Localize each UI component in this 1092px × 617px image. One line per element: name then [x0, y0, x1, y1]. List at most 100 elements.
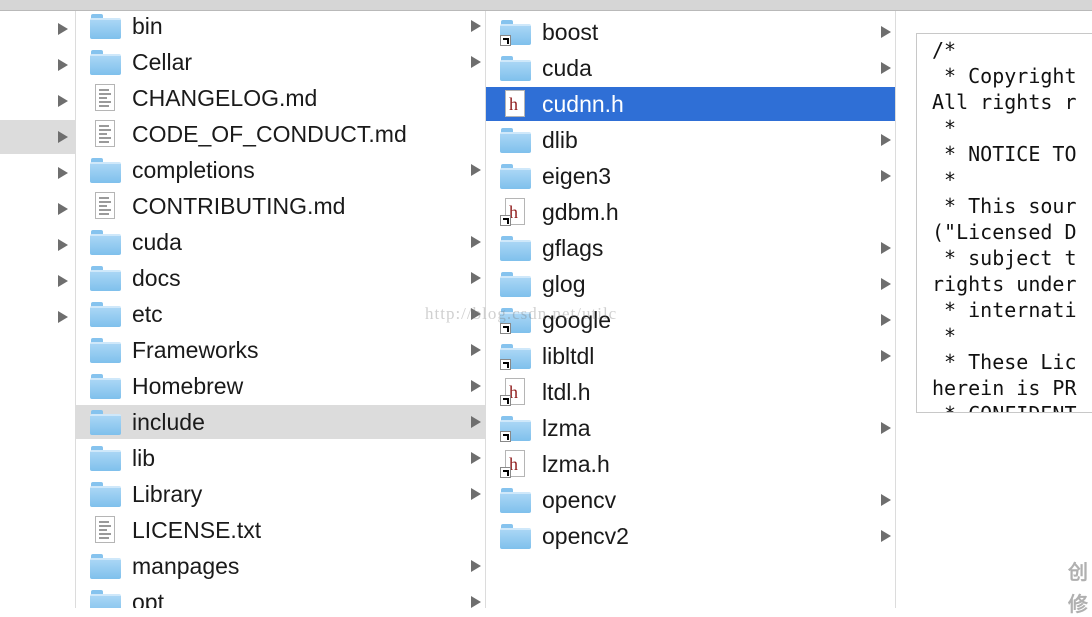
disclosure-arrow-icon — [58, 239, 68, 251]
folder-icon — [500, 522, 532, 550]
disclosure-arrow-icon — [471, 308, 481, 320]
file-row[interactable]: gflags — [486, 231, 895, 265]
disclosure-arrow-icon — [471, 560, 481, 572]
finder-column-parent[interactable] — [0, 11, 76, 608]
folder-icon — [90, 264, 122, 292]
file-row[interactable]: Frameworks — [76, 333, 485, 367]
folder-icon — [90, 408, 122, 436]
header-file-alias-icon: h — [500, 450, 532, 478]
preview-line: All rights r — [932, 90, 1077, 114]
folder-icon — [90, 228, 122, 256]
file-row[interactable]: CODE_OF_CONDUCT.md — [76, 117, 485, 151]
parent-column-row[interactable] — [0, 120, 75, 154]
folder-icon — [500, 162, 532, 190]
file-row[interactable]: h gdbm.h — [486, 195, 895, 229]
file-row[interactable]: cuda — [486, 51, 895, 85]
file-name: eigen3 — [542, 163, 612, 189]
alias-arrow-icon — [500, 359, 511, 370]
finder-column-include[interactable]: boost cuda h cudnn.h dlib eigen3 h gdbm.h gflags… — [486, 11, 896, 608]
preview-line: * internati — [932, 298, 1077, 322]
file-row[interactable]: opencv — [486, 483, 895, 517]
parent-column-row[interactable] — [0, 84, 75, 118]
disclosure-arrow-icon — [881, 314, 891, 326]
parent-column-row[interactable] — [0, 264, 75, 298]
file-row[interactable]: dlib — [486, 123, 895, 157]
folder-alias-icon — [500, 306, 532, 334]
file-name: glog — [542, 271, 586, 297]
parent-column-row[interactable] — [0, 48, 75, 82]
preview-line: * — [932, 116, 957, 140]
preview-line: herein is PR — [932, 376, 1077, 400]
finder-column-root[interactable]: bin Cellar CHANGELOG.md CODE_OF_CONDUCT.md c… — [76, 11, 486, 608]
disclosure-arrow-icon — [58, 203, 68, 215]
file-row[interactable]: opt — [76, 585, 485, 608]
folder-icon — [500, 234, 532, 262]
markdown-file-icon — [90, 192, 122, 220]
file-row[interactable]: bin — [76, 11, 485, 43]
folder-icon — [500, 270, 532, 298]
disclosure-arrow-icon — [881, 278, 891, 290]
preview-line: rights under — [932, 272, 1077, 296]
alias-arrow-icon — [500, 467, 511, 478]
file-row[interactable]: h lzma.h — [486, 447, 895, 481]
file-row[interactable]: google — [486, 303, 895, 337]
parent-column-row[interactable] — [0, 300, 75, 334]
window-top-edge — [0, 0, 1092, 11]
file-row[interactable]: manpages — [76, 549, 485, 583]
folder-icon — [90, 588, 122, 608]
file-name: lzma — [542, 415, 591, 441]
file-row[interactable]: completions — [76, 153, 485, 187]
file-preview-box: /* * Copyright All rights r * * NOTICE TO… — [916, 33, 1092, 413]
file-row[interactable]: etc — [76, 297, 485, 331]
file-row[interactable]: boost — [486, 15, 895, 49]
file-name: opt — [132, 589, 164, 608]
preview-line: ("Licensed D — [932, 220, 1077, 244]
folder-icon — [90, 552, 122, 580]
disclosure-arrow-icon — [881, 530, 891, 542]
file-row[interactable]: lzma — [486, 411, 895, 445]
folder-icon — [500, 486, 532, 514]
file-name: gflags — [542, 235, 604, 261]
parent-column-row[interactable] — [0, 12, 75, 46]
disclosure-arrow-icon — [881, 494, 891, 506]
parent-column-row[interactable] — [0, 228, 75, 262]
file-row[interactable]: h cudnn.h — [486, 87, 895, 121]
disclosure-arrow-icon — [58, 131, 68, 143]
disclosure-arrow-icon — [471, 236, 481, 248]
preview-line: * — [932, 324, 957, 348]
disclosure-arrow-icon — [881, 26, 891, 38]
file-row[interactable]: opencv2 — [486, 519, 895, 553]
file-row[interactable]: h ltdl.h — [486, 375, 895, 409]
file-row[interactable]: Cellar — [76, 45, 485, 79]
file-name: include — [132, 409, 205, 435]
disclosure-arrow-icon — [881, 422, 891, 434]
file-row[interactable]: glog — [486, 267, 895, 301]
file-row[interactable]: Library — [76, 477, 485, 511]
file-name: libltdl — [542, 343, 595, 369]
file-row[interactable]: cuda — [76, 225, 485, 259]
file-row[interactable]: LICENSE.txt — [76, 513, 485, 547]
file-row[interactable]: docs — [76, 261, 485, 295]
file-row[interactable]: include — [76, 405, 485, 439]
file-name: google — [542, 307, 612, 333]
preview-line: * subject t — [932, 246, 1077, 270]
folder-alias-icon — [500, 342, 532, 370]
file-name: LICENSE.txt — [132, 517, 262, 543]
file-row[interactable]: Homebrew — [76, 369, 485, 403]
preview-line: * These Lic — [932, 350, 1077, 374]
file-row[interactable]: CHANGELOG.md — [76, 81, 485, 115]
disclosure-arrow-icon — [58, 275, 68, 287]
folder-icon — [90, 444, 122, 472]
preview-line: * This sour — [932, 194, 1077, 218]
parent-column-row[interactable] — [0, 156, 75, 190]
file-row[interactable]: libltdl — [486, 339, 895, 373]
disclosure-arrow-icon — [471, 596, 481, 608]
file-name: ltdl.h — [542, 379, 591, 405]
file-name: gdbm.h — [542, 199, 619, 225]
folder-icon — [90, 156, 122, 184]
preview-line: /* — [932, 38, 957, 62]
file-row[interactable]: lib — [76, 441, 485, 475]
file-row[interactable]: eigen3 — [486, 159, 895, 193]
parent-column-row[interactable] — [0, 192, 75, 226]
file-row[interactable]: CONTRIBUTING.md — [76, 189, 485, 223]
